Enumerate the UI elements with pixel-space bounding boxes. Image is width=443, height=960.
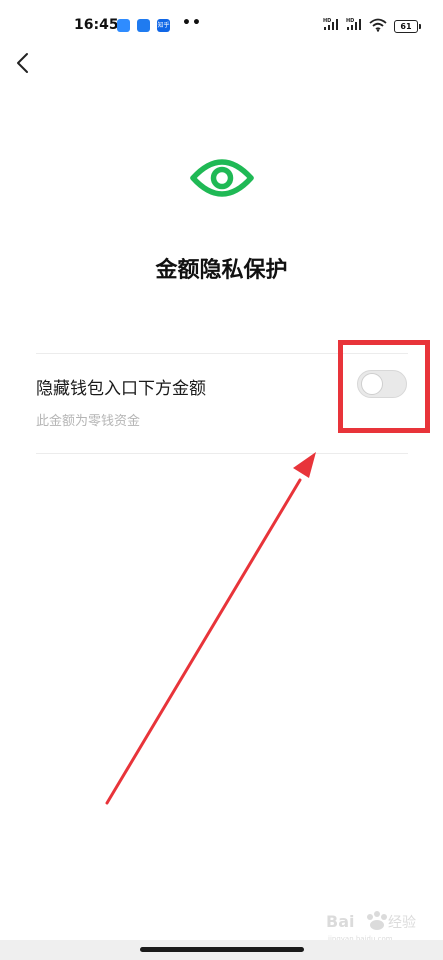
page-title: 金额隐私保护 <box>155 258 288 283</box>
battery-icon: 61 <box>394 20 421 33</box>
wifi-icon <box>369 18 387 32</box>
telegram-icon <box>117 19 130 32</box>
more-notifications-indicator: •• <box>182 15 202 31</box>
home-indicator[interactable] <box>140 947 304 952</box>
setting-label: 隐藏钱包入口下方金额 <box>36 379 206 399</box>
annotation-highlight-box <box>338 340 430 433</box>
svg-text:HD: HD <box>346 18 354 24</box>
back-button[interactable] <box>8 48 38 78</box>
zhihu-icon: 知乎 <box>157 19 170 32</box>
svg-text:HD: HD <box>323 18 331 24</box>
eye-icon <box>190 159 254 197</box>
status-time: 16:45 <box>74 17 119 33</box>
svg-text:经验: 经验 <box>388 915 416 931</box>
app-icon <box>137 19 150 32</box>
status-bar: 16:45 知乎 •• HD HD 61 <box>0 0 443 50</box>
annotation-arrow <box>105 452 316 805</box>
chevron-left-icon <box>17 53 28 73</box>
setting-sublabel: 此金额为零钱资金 <box>36 414 141 429</box>
bottom-navigation-bar <box>0 940 443 960</box>
divider <box>36 453 408 454</box>
svg-text:Bai: Bai <box>326 912 354 931</box>
cell-signal-icon: HD <box>323 18 338 30</box>
cell-signal-icon: HD <box>346 18 361 30</box>
